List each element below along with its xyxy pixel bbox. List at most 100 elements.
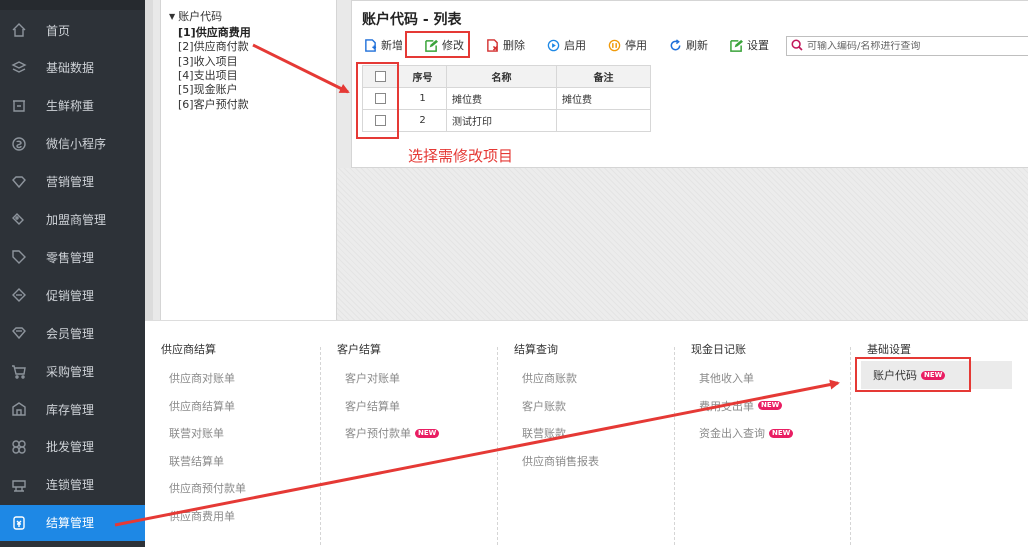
search-icon xyxy=(791,39,803,54)
menu-item-label: 供应商销售报表 xyxy=(522,454,599,468)
row-name: 测试打印 xyxy=(446,109,557,132)
menu-item[interactable]: 费用支出单 NEW xyxy=(699,398,783,414)
menu-item[interactable]: 客户账款 xyxy=(522,398,566,414)
menu-item[interactable]: 联营对账单 xyxy=(169,425,224,441)
menu-item[interactable]: 供应商销售报表 xyxy=(522,453,599,469)
menu-item[interactable]: 供应商结算单 xyxy=(169,398,235,414)
settlement-icon xyxy=(9,513,29,533)
miniprogram-icon xyxy=(9,134,29,154)
table-row[interactable]: 1 摊位费 摊位费 xyxy=(362,87,651,110)
sidebar-item-13[interactable]: 连锁管理 xyxy=(0,467,145,503)
menu-item-label: 客户账款 xyxy=(522,399,566,413)
sidebar-item-14[interactable]: 结算管理 xyxy=(0,504,145,541)
menu-item[interactable]: 联营结算单 xyxy=(169,453,224,469)
sidebar-item-label: 基础数据 xyxy=(46,61,95,76)
disable-button[interactable]: 停用 xyxy=(606,34,649,56)
enable-label: 启用 xyxy=(564,39,586,52)
menu-item[interactable]: 供应商账款 xyxy=(522,370,577,386)
sidebar-item-1[interactable]: 首页 xyxy=(0,12,145,48)
menu-item[interactable]: 供应商对账单 xyxy=(169,370,235,386)
add-button[interactable]: 新增 xyxy=(362,34,405,56)
table-row[interactable]: 2 测试打印 xyxy=(362,109,651,132)
sidebar-top-strip xyxy=(0,0,145,10)
sidebar-item-7[interactable]: 零售管理 xyxy=(0,239,145,275)
menu-item-label: 供应商结算单 xyxy=(169,399,235,413)
search-box[interactable] xyxy=(786,36,1028,56)
refresh-icon xyxy=(669,38,682,52)
menu-column-5: 基础设置 xyxy=(851,321,1027,547)
tag-diamond-icon xyxy=(9,210,29,230)
menu-item-label: 联营账款 xyxy=(522,427,566,440)
sidebar-item-6[interactable]: 加盟商管理 xyxy=(0,202,145,238)
menu-column-title: 现金日记账 xyxy=(691,343,746,356)
menu-item-label: 供应商费用单 xyxy=(169,509,235,523)
sidebar-item-label: 微信小程序 xyxy=(46,137,107,152)
menu-column-3: 结算查询供应商账款客户账款联营账款供应商销售报表 xyxy=(498,321,674,547)
sidebar-item-10[interactable]: 采购管理 xyxy=(0,353,145,389)
menu-item[interactable]: 客户预付款单 NEW xyxy=(345,425,440,441)
menu-item-label: 客户结算单 xyxy=(345,399,400,413)
sidebar-item-3[interactable]: 生鲜称重 xyxy=(0,88,145,124)
sidebar-item-4[interactable]: 微信小程序 xyxy=(0,126,145,162)
menu-item[interactable]: 资金出入查询 NEW xyxy=(699,425,794,441)
col-note: 备注 xyxy=(556,65,651,88)
sidebar-item-label: 会员管理 xyxy=(46,326,95,341)
sidebar-item-label: 促销管理 xyxy=(46,288,95,303)
promotion-icon xyxy=(9,285,29,305)
row-seq: 1 xyxy=(398,87,447,110)
row-name: 摊位费 xyxy=(446,87,557,110)
enable-button[interactable]: 启用 xyxy=(545,34,588,56)
refresh-button[interactable]: 刷新 xyxy=(667,34,710,56)
sidebar-item-12[interactable]: 批发管理 xyxy=(0,429,145,465)
menu-item-label: 联营对账单 xyxy=(169,427,224,440)
search-input[interactable] xyxy=(807,40,1022,52)
menu-column-title: 基础设置 xyxy=(867,343,911,356)
sidebar-item-11[interactable]: 库存管理 xyxy=(0,391,145,427)
tree-root-label: 账户代码 xyxy=(178,10,223,23)
table-header-row: 序号 名称 备注 xyxy=(362,65,651,88)
menu-divider xyxy=(674,347,675,545)
menu-divider xyxy=(320,347,321,545)
diamond-icon xyxy=(9,172,29,192)
delete-label: 删除 xyxy=(503,39,525,52)
pause-circle-icon xyxy=(608,39,621,52)
settings-button[interactable]: 设置 xyxy=(728,34,771,56)
tree-root[interactable]: ▼ 账户代码 xyxy=(169,8,222,24)
add-doc-icon xyxy=(364,38,377,52)
col-seq: 序号 xyxy=(398,65,447,88)
sidebar-nav: 首页基础数据生鲜称重微信小程序营销管理 加盟商管理 零售管理促销管理会员管理采购管理… xyxy=(0,0,145,547)
menu-item-label: 费用支出单 xyxy=(699,399,754,413)
col-name: 名称 xyxy=(446,65,557,88)
sidebar-item-8[interactable]: 促销管理 xyxy=(0,277,145,313)
caret-down-icon[interactable]: ▼ xyxy=(169,12,175,21)
menu-item[interactable]: 供应商费用单 xyxy=(169,508,235,524)
edit-highlight-box xyxy=(405,31,470,58)
tree-item[interactable]: [6]客户预付款 xyxy=(178,96,249,112)
menu-item-label: 客户预付款单 xyxy=(345,427,411,440)
menu-column-title: 结算查询 xyxy=(514,343,558,356)
menu-item-label: 联营结算单 xyxy=(169,454,224,468)
menu-item[interactable]: 供应商预付款单 xyxy=(169,480,246,496)
empty-area xyxy=(337,168,1028,320)
chain-icon xyxy=(9,475,29,495)
row-note xyxy=(556,109,651,132)
delete-button[interactable]: 删除 xyxy=(484,34,527,56)
sidebar-item-label: 结算管理 xyxy=(46,516,95,531)
menu-item[interactable]: 客户对账单 xyxy=(345,370,400,386)
menu-item[interactable]: 其他收入单 xyxy=(699,370,754,386)
menu-item-label: 客户对账单 xyxy=(345,372,400,385)
menu-item[interactable]: 客户结算单 xyxy=(345,398,400,414)
settings-label: 设置 xyxy=(747,39,769,52)
menu-column-1: 供应商结算 供应商对账单 供应商结算单 联营对账单 联营结算单 供应商预付款单 供应商费用单 xyxy=(145,321,321,547)
menu-item-label: 资金出入查询 xyxy=(699,427,765,440)
cart-icon xyxy=(9,361,29,381)
member-icon xyxy=(9,323,29,343)
sidebar-item-2[interactable]: 基础数据 xyxy=(0,50,145,86)
menu-item[interactable]: 联营账款 xyxy=(522,425,566,441)
list-panel: 账户代码 - 列表 新增 修改 删除 启用 停用 刷新 设置 可输入编码/名称进… xyxy=(351,0,1028,168)
account-code-table: 序号 名称 备注 1 摊位费 摊位费 2 测试打印 xyxy=(362,65,651,132)
sidebar-item-9[interactable]: 会员管理 xyxy=(0,315,145,351)
page-title: 账户代码 - 列表 xyxy=(362,12,462,28)
sidebar-item-5[interactable]: 营销管理 xyxy=(0,164,145,200)
sidebar-item-label: 采购管理 xyxy=(46,364,95,379)
